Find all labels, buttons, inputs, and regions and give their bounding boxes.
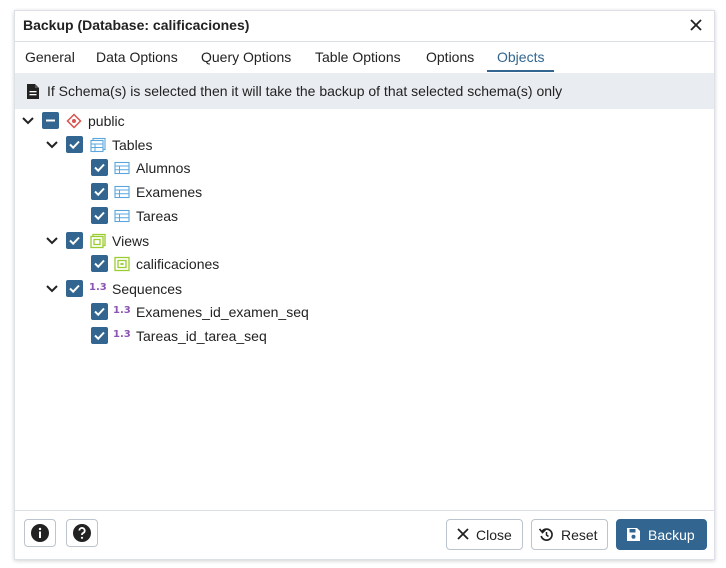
- checkbox-tables[interactable]: [66, 136, 83, 153]
- checkbox-view[interactable]: [91, 255, 108, 272]
- tree-label: Examenes: [136, 184, 203, 200]
- backup-button[interactable]: Backup: [616, 519, 707, 550]
- help-button[interactable]: [66, 519, 98, 547]
- dialog-footer: Close Reset Backup: [15, 510, 714, 559]
- table-icon: [114, 185, 130, 199]
- chevron-down-icon[interactable]: [45, 282, 59, 296]
- tree-label: Views: [112, 233, 150, 249]
- checkbox-table[interactable]: [91, 183, 108, 200]
- help-icon: [73, 524, 91, 542]
- backup-label: Backup: [648, 527, 695, 543]
- tab-data-options[interactable]: Data Options: [86, 42, 188, 72]
- close-icon[interactable]: [688, 17, 704, 33]
- schema-icon: [66, 113, 82, 129]
- save-icon: [627, 528, 640, 541]
- checkbox-table[interactable]: [91, 159, 108, 176]
- table-icon: [114, 161, 130, 175]
- tab-table-options[interactable]: Table Options: [305, 42, 411, 72]
- dialog-titlebar: Backup (Database: calificaciones): [15, 11, 714, 42]
- tab-query-options[interactable]: Query Options: [191, 42, 301, 72]
- table-icon: [114, 209, 130, 223]
- checkbox-table[interactable]: [91, 207, 108, 224]
- info-button[interactable]: [24, 519, 56, 547]
- sequence-icon: 1.3: [113, 329, 131, 340]
- tab-bar: General Data Options Query Options Table…: [15, 42, 714, 72]
- tab-options[interactable]: Options: [416, 42, 484, 72]
- close-button[interactable]: Close: [446, 519, 523, 550]
- chevron-down-icon[interactable]: [45, 138, 59, 152]
- tables-icon: [90, 137, 106, 153]
- close-label: Close: [476, 527, 512, 543]
- checkbox-views[interactable]: [66, 232, 83, 249]
- info-text: If Schema(s) is selected then it will ta…: [47, 83, 563, 99]
- tree-label: Sequences: [112, 281, 183, 297]
- view-icon: [114, 256, 130, 272]
- info-icon: [31, 524, 49, 542]
- views-icon: [90, 233, 106, 249]
- dialog-title: Backup (Database: calificaciones): [23, 17, 250, 33]
- close-icon: [457, 528, 469, 540]
- tree-label: Tables: [112, 137, 153, 153]
- checkbox-public[interactable]: [42, 112, 59, 129]
- tree-label: Alumnos: [136, 160, 191, 176]
- tree-label: Examenes_id_examen_seq: [136, 304, 309, 320]
- reset-label: Reset: [561, 527, 598, 543]
- tree-label: public: [88, 113, 125, 129]
- sequence-icon: 1.3: [113, 305, 131, 316]
- sequence-icon: 1.3: [89, 282, 107, 293]
- checkbox-sequence[interactable]: [91, 303, 108, 320]
- document-icon: [27, 84, 39, 99]
- checkbox-sequences[interactable]: [66, 280, 83, 297]
- reset-icon: [538, 528, 553, 541]
- tab-objects[interactable]: Objects: [487, 42, 555, 72]
- tree-label: Tareas_id_tarea_seq: [136, 328, 267, 344]
- checkbox-sequence[interactable]: [91, 327, 108, 344]
- backup-dialog: Backup (Database: calificaciones) Genera…: [14, 10, 715, 560]
- chevron-down-icon[interactable]: [21, 114, 35, 128]
- tree-label: Tareas: [136, 208, 179, 224]
- chevron-down-icon[interactable]: [45, 234, 59, 248]
- reset-button[interactable]: Reset: [531, 519, 608, 550]
- tab-general[interactable]: General: [15, 42, 85, 72]
- info-bar: If Schema(s) is selected then it will ta…: [15, 73, 714, 109]
- tree-label: calificaciones: [136, 256, 220, 272]
